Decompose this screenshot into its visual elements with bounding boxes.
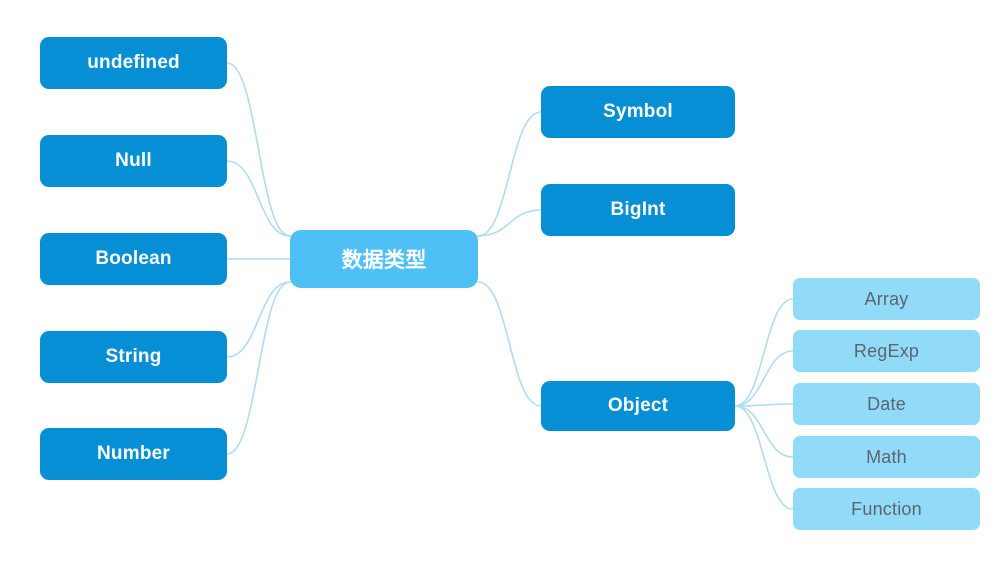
node-function[interactable]: Function — [793, 488, 980, 530]
connector-root-to-bigint — [477, 209, 542, 237]
connector-root-to-null — [226, 160, 291, 237]
node-math[interactable]: Math — [793, 436, 980, 478]
node-object[interactable]: Object — [541, 381, 735, 431]
connector-object-to-date — [734, 403, 794, 407]
node-regexp[interactable]: RegExp — [793, 330, 980, 372]
connector-root-to-string — [226, 281, 291, 358]
connector-object-to-function — [734, 405, 794, 510]
node-undefined[interactable]: undefined — [40, 37, 227, 89]
node-date[interactable]: Date — [793, 383, 980, 425]
node-symbol[interactable]: Symbol — [541, 86, 735, 138]
connector-root-to-number — [226, 281, 291, 455]
connector-object-to-math — [734, 405, 794, 458]
connector-root-to-symbol — [477, 111, 542, 237]
connector-root-to-undefined — [226, 62, 291, 237]
node-string[interactable]: String — [40, 331, 227, 383]
node-bigint[interactable]: BigInt — [541, 184, 735, 236]
node-number[interactable]: Number — [40, 428, 227, 480]
node-root-data-types[interactable]: 数据类型 — [290, 230, 478, 288]
node-null[interactable]: Null — [40, 135, 227, 187]
node-boolean[interactable]: Boolean — [40, 233, 227, 285]
connector-object-to-regexp — [734, 350, 794, 407]
mindmap-canvas: undefined Null Boolean String Number Symbol Bi… — [0, 0, 997, 561]
connector-object-to-array — [734, 298, 794, 407]
node-array[interactable]: Array — [793, 278, 980, 320]
connector-root-to-object — [477, 281, 542, 407]
